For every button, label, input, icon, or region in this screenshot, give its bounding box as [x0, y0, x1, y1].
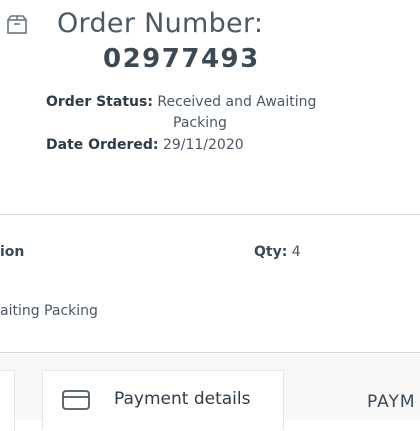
tab-payment[interactable]: PAYM — [367, 392, 416, 412]
qty-value: 4 — [291, 244, 301, 260]
tab-previous[interactable] — [0, 370, 15, 431]
order-status-value-continued: Packing — [173, 115, 227, 132]
date-ordered-label: Date Ordered: — [46, 137, 159, 153]
order-status-value-line2: Packing — [173, 115, 227, 131]
date-ordered-row: Date Ordered: 29/11/2020 — [46, 137, 244, 154]
item-quantity: Qty: 4 — [254, 244, 301, 260]
qty-label: Qty: — [254, 244, 288, 260]
item-title: ion — [0, 244, 25, 260]
credit-card-icon — [62, 390, 90, 410]
date-ordered-value: 29/11/2020 — [162, 137, 244, 153]
section-divider — [0, 214, 420, 215]
order-status-label: Order Status: — [46, 94, 153, 110]
item-status: aiting Packing — [0, 303, 98, 319]
order-status-value: Received and Awaiting — [157, 94, 317, 110]
order-status-row: Order Status: Received and Awaiting — [46, 94, 316, 111]
order-number-heading: Order Number: — [57, 8, 264, 39]
order-number-value: 02977493 — [103, 44, 260, 74]
section-divider — [0, 352, 420, 353]
payment-details-label: Payment details — [114, 389, 251, 409]
package-box-icon — [6, 14, 28, 36]
